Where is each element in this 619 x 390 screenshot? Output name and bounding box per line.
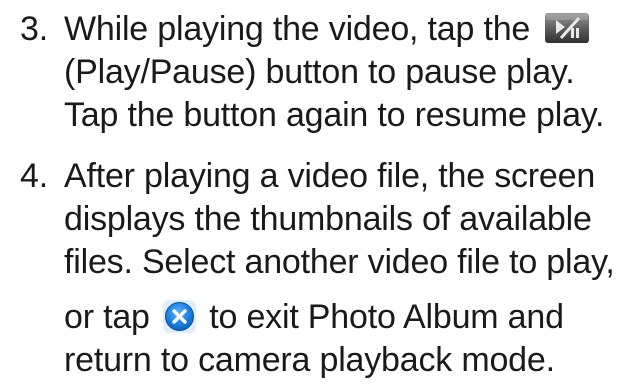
step-number: 3. (20, 10, 48, 48)
step-4-line-1: After playing a video file, the screen (64, 157, 596, 195)
step-3-line-1: While playing the video, tap the (64, 8, 619, 51)
step-3-text: While playing the video, tap the (64, 10, 540, 48)
close-circle-icon (163, 299, 196, 333)
instruction-steps: 3. While playing the video, tap the (Pla… (0, 0, 619, 379)
step-4-line-5: return to camera playback mode. (64, 341, 555, 379)
step-3-line-2: (Play/Pause) button to pause play. (64, 53, 575, 91)
step-3-line-3: Tap the button again to resume play. (64, 96, 605, 134)
step-4-line-4: or tap to exit Photo Album and (64, 296, 619, 339)
step-number: 4. (20, 157, 48, 195)
step-4-line-2: displays the thumbnails of available (64, 200, 592, 238)
step-4-text-after-icon: to exit Photo Album and (209, 298, 564, 336)
step-3: 3. While playing the video, tap the (Pla… (0, 8, 619, 137)
step-4-line-3: files. Select another video file to play… (64, 243, 615, 281)
step-4: 4. After playing a video file, the scree… (0, 155, 619, 382)
step-4-text-before-icon: or tap (64, 298, 159, 336)
play-pause-icon (545, 13, 590, 44)
